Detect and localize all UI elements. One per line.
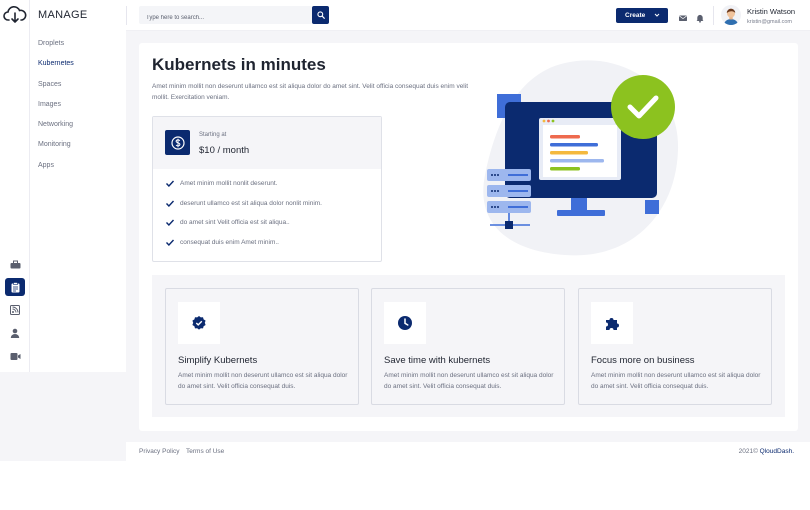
avatar[interactable] (721, 5, 741, 25)
sidebar-item-apps[interactable]: Apps (38, 162, 74, 182)
price-value: $10 / month (199, 145, 250, 156)
chevron-down-icon (654, 13, 660, 17)
feature-title: Focus more on business (591, 355, 695, 366)
feature-description: Amet minim mollit non deserunt ullamco e… (591, 372, 761, 390)
icon-rail (0, 0, 30, 372)
feature-card-focus: Focus more on business Amet minim mollit… (578, 288, 772, 405)
sidebar-item-kubernetes[interactable]: Kubernetes (38, 60, 74, 80)
create-label: Create (625, 12, 646, 19)
badge-check-icon (178, 302, 220, 344)
terms-of-use-link[interactable]: Terms of Use (186, 448, 224, 455)
footer: Privacy Policy Terms of Use 2021© QloudD… (126, 442, 810, 461)
copyright: 2021© QloudDash. (739, 448, 794, 455)
clock-icon (384, 302, 426, 344)
starting-label: Starting at (199, 132, 227, 138)
search-button[interactable] (312, 6, 329, 24)
pricing-box: Starting at $10 / month Amet minim molli… (152, 116, 382, 262)
feature-card-save-time: Save time with kubernets Amet minim moll… (371, 288, 565, 405)
dollar-icon (165, 130, 190, 155)
bell-icon[interactable] (695, 10, 705, 23)
page-title: Kubernets in minutes (152, 55, 326, 74)
check-icon (165, 200, 175, 207)
check-icon (165, 180, 175, 187)
topbar: Create Kristin Watson kristin@gmail.com (126, 0, 810, 31)
feature-text: do amet sint Velit officia est sit aliqu… (180, 219, 290, 227)
list-item: Amet minim mollit nonlit deserunt. (165, 180, 322, 200)
feature-description: Amet minim mollit non deserunt ullamco e… (178, 372, 348, 390)
search-icon (316, 11, 325, 19)
brand-title: MANAGE (38, 9, 88, 21)
check-icon (165, 219, 175, 227)
briefcase-icon[interactable] (5, 255, 25, 273)
clipboard-icon[interactable] (5, 278, 25, 296)
feature-card-simplify: Simplify Kubernets Amet minim mollit non… (165, 288, 359, 405)
sidebar-menu: Droplets Kubernetes Spaces Images Networ… (38, 40, 74, 182)
sidebar-item-spaces[interactable]: Spaces (38, 81, 74, 101)
feed-icon[interactable] (5, 301, 25, 319)
feature-text: Amet minim mollit nonlit deserunt. (180, 180, 278, 187)
sidebar-item-droplets[interactable]: Droplets (38, 40, 74, 60)
copyright-year: 2021© (738, 448, 758, 455)
mail-icon[interactable] (678, 10, 688, 21)
sidebar-item-monitoring[interactable]: Monitoring (38, 141, 74, 161)
feature-description: Amet minim mollit non deserunt ullamco e… (384, 372, 554, 390)
create-button[interactable]: Create (616, 8, 668, 23)
sidebar: MANAGE Droplets Kubernetes Spaces Images… (30, 0, 126, 372)
user-email: kristin@gmail.com (747, 19, 793, 25)
feature-title: Save time with kubernets (384, 355, 491, 366)
pricing-header: Starting at $10 / month (153, 117, 381, 169)
footer-brand-link[interactable]: QloudDash. (760, 448, 794, 455)
puzzle-icon (591, 302, 633, 344)
check-icon (165, 239, 175, 246)
sidebar-item-images[interactable]: Images (38, 101, 74, 121)
privacy-policy-link[interactable]: Privacy Policy (139, 448, 179, 455)
video-icon[interactable] (5, 347, 25, 365)
feature-list: Amet minim mollit nonlit deserunt. deser… (165, 180, 322, 258)
feature-title: Simplify Kubernets (178, 355, 258, 366)
sidebar-item-networking[interactable]: Networking (38, 121, 74, 141)
hero-description: Amet minim mollit non deserunt ullamco e… (152, 83, 469, 101)
list-item: do amet sint Velit officia est sit aliqu… (165, 219, 322, 239)
lower-left-background (0, 372, 126, 461)
kubernetes-illustration (470, 55, 680, 260)
user-name: Kristin Watson (747, 7, 796, 16)
feature-text: deserunt ullamco est sit aliqua dolor no… (180, 199, 322, 207)
user-icon[interactable] (5, 324, 25, 342)
list-item: deserunt ullamco est sit aliqua dolor no… (165, 200, 322, 220)
search-box (139, 6, 312, 27)
cloud-download-icon[interactable] (3, 5, 27, 25)
page-bottom (0, 461, 810, 510)
list-item: consequat duis enim Amet minim.. (165, 239, 322, 259)
divider (126, 6, 127, 25)
feature-text: consequat duis enim Amet minim.. (180, 238, 279, 246)
search-input[interactable] (139, 9, 312, 27)
divider (713, 6, 714, 25)
